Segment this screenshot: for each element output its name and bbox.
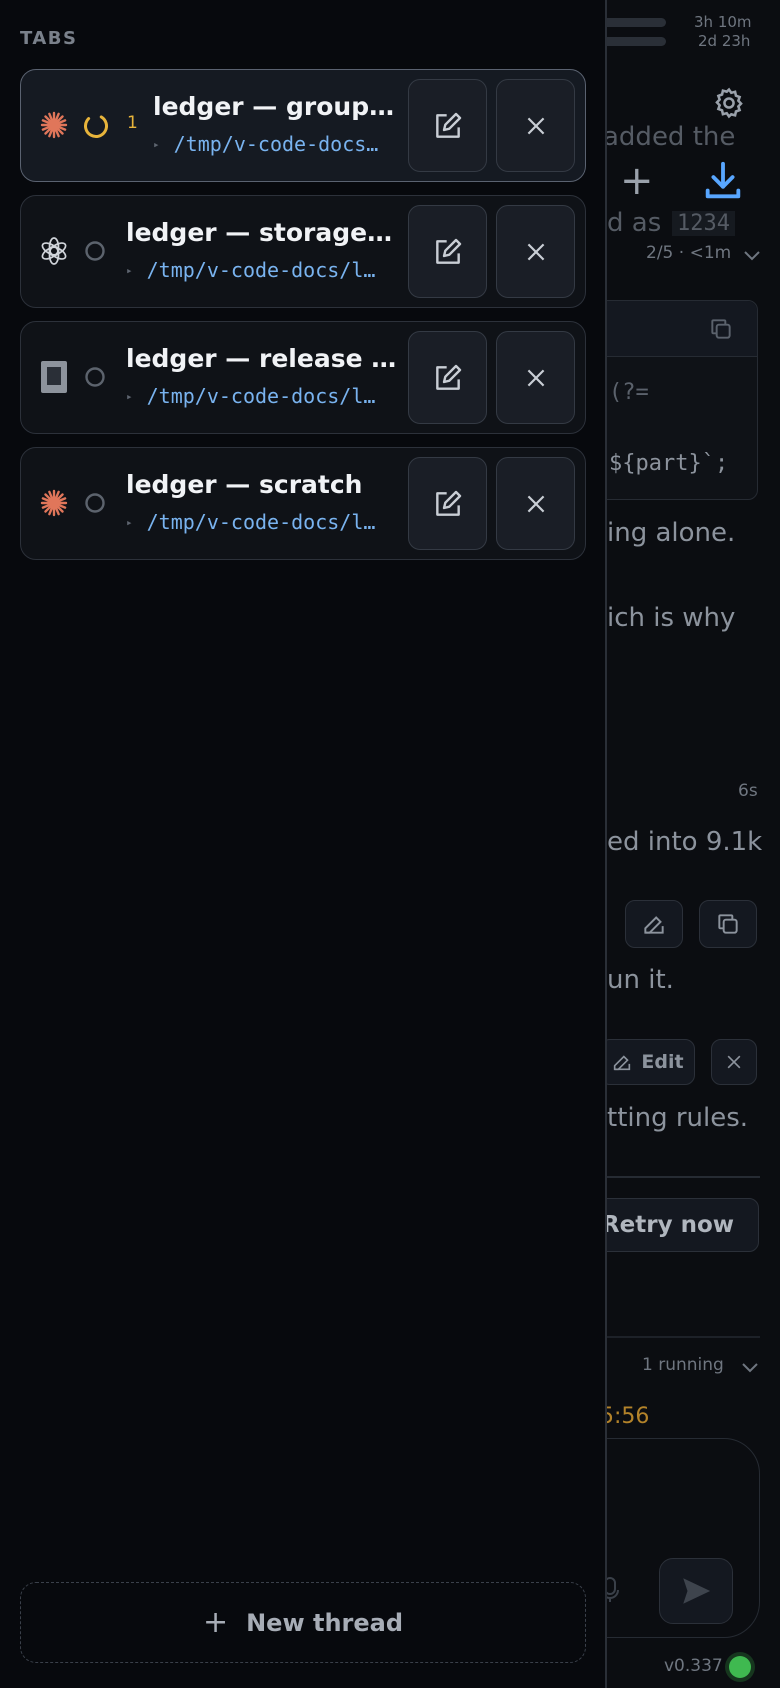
bg-code-part: ${part}`; [609,451,729,476]
claude-asterisk-icon [39,488,69,518]
path-arrow-icon: ▸ [126,390,133,403]
new-thread-button[interactable]: + New thread [20,1582,586,1663]
bg-code-1234: 1234 [672,211,735,236]
edit-icon [435,364,461,390]
tab-title: ledger — storage re… [126,218,398,247]
queued-edit-label: Edit [641,1051,684,1073]
idle-circle-icon [83,239,107,263]
edit-icon [435,238,461,264]
bg-text-ich-is-why: ich is why [607,603,736,633]
close-icon [527,369,544,386]
tab-path: ▸ /tmp/v-code-docs/l… [126,384,398,408]
claude-asterisk-icon [39,110,69,140]
rename-tab-button[interactable] [408,457,487,550]
tab-path: ▸ /tmp/v-code-docs… [153,132,398,156]
divider [590,1176,760,1178]
close-tab-button[interactable] [496,205,575,298]
path-arrow-icon: ▸ [126,264,133,277]
close-icon [527,495,544,512]
close-tab-button[interactable] [496,457,575,550]
tab-item[interactable]: ledger — storage re… ▸ /tmp/v-code-docs/l… [20,195,586,308]
new-thread-label: New thread [246,1608,404,1637]
chevron-down-icon[interactable] [742,248,762,262]
connection-status-dot [729,1656,751,1678]
rename-tab-button[interactable] [408,331,487,424]
bg-text-tting-rules: tting rules. [607,1103,749,1133]
bg-text-ed-into: ed into 9.1k [607,827,763,857]
close-tab-button[interactable] [496,331,575,424]
plus-icon: + [202,1605,229,1640]
queued-remove-button[interactable] [711,1039,757,1085]
retry-now-label: Retry now [601,1212,734,1238]
tab-path: ▸ /tmp/v-code-docs/l… [126,258,398,282]
timer-2: 2d 23h [698,32,751,50]
bg-text-ing-alone: ing alone. [607,518,736,548]
timer-1: 3h 10m [694,13,752,31]
terminal-block-icon [39,361,69,393]
tab-item[interactable]: ledger — scratch ▸ /tmp/v-code-docs/l… [20,447,586,560]
tab-title: ledger — scratch [126,470,363,499]
close-tab-button[interactable] [496,79,575,172]
tab-title: ledger — groupin… [153,92,398,121]
tab-path-text: /tmp/v-code-docs/l… [146,510,376,534]
settings-gear-icon[interactable] [712,86,746,120]
tab-path-text: /tmp/v-code-docs/l… [146,384,376,408]
rename-tab-button[interactable] [408,79,487,172]
message-edit-button[interactable] [625,900,683,948]
usage-bar-1 [600,18,666,27]
usage-bar-2 [600,37,666,46]
bg-text-un-it: un it. [607,965,674,995]
elapsed-label: 6s [738,781,758,801]
queued-edit-button[interactable]: Edit [600,1039,695,1085]
path-arrow-icon: ▸ [126,516,133,529]
copy-icon[interactable] [708,316,734,342]
tab-unread-badge: 1 [127,113,138,133]
version-label: v0.337 [664,1656,723,1676]
running-chevron-icon[interactable] [740,1360,760,1374]
tab-path: ▸ /tmp/v-code-docs/l… [126,510,398,534]
tab-path-text: /tmp/v-code-docs/l… [146,258,376,282]
close-icon [527,117,544,134]
edit-icon [435,490,461,516]
running-count: 1 running [642,1355,724,1375]
drawer-title: TABS [20,28,78,49]
tabs-drawer: TABS 1 ledger — groupin… ▸ /tmp/v-code-do… [0,0,607,1688]
edit-icon [435,112,461,138]
tab-path-text: /tmp/v-code-docs… [173,132,379,156]
new-tab-plus-icon[interactable]: + [620,161,654,201]
path-arrow-icon: ▸ [153,138,160,151]
rename-tab-button[interactable] [408,205,487,298]
bg-text-d-as: d as [607,208,662,238]
retry-now-button[interactable]: Retry now [590,1198,759,1252]
openai-knot-icon [39,236,69,266]
tab-item[interactable]: ledger — release not… ▸ /tmp/v-code-docs/… [20,321,586,434]
divider-2 [590,1336,760,1338]
running-spinner-icon [83,113,108,138]
bg-text-added-the: added the [603,122,736,152]
idle-circle-icon [83,365,107,389]
send-button[interactable] [659,1558,733,1624]
message-copy-button[interactable] [699,900,757,948]
tab-item[interactable]: 1 ledger — groupin… ▸ /tmp/v-code-docs… [20,69,586,182]
progress-label: 2/5 · <1m [646,243,732,263]
idle-circle-icon [83,491,107,515]
clock-readout: 5:56 [600,1404,650,1429]
tab-title: ledger — release not… [126,344,398,373]
bg-code-lookahead: (?= [609,380,649,405]
download-icon[interactable] [700,158,746,204]
close-icon [527,243,544,260]
